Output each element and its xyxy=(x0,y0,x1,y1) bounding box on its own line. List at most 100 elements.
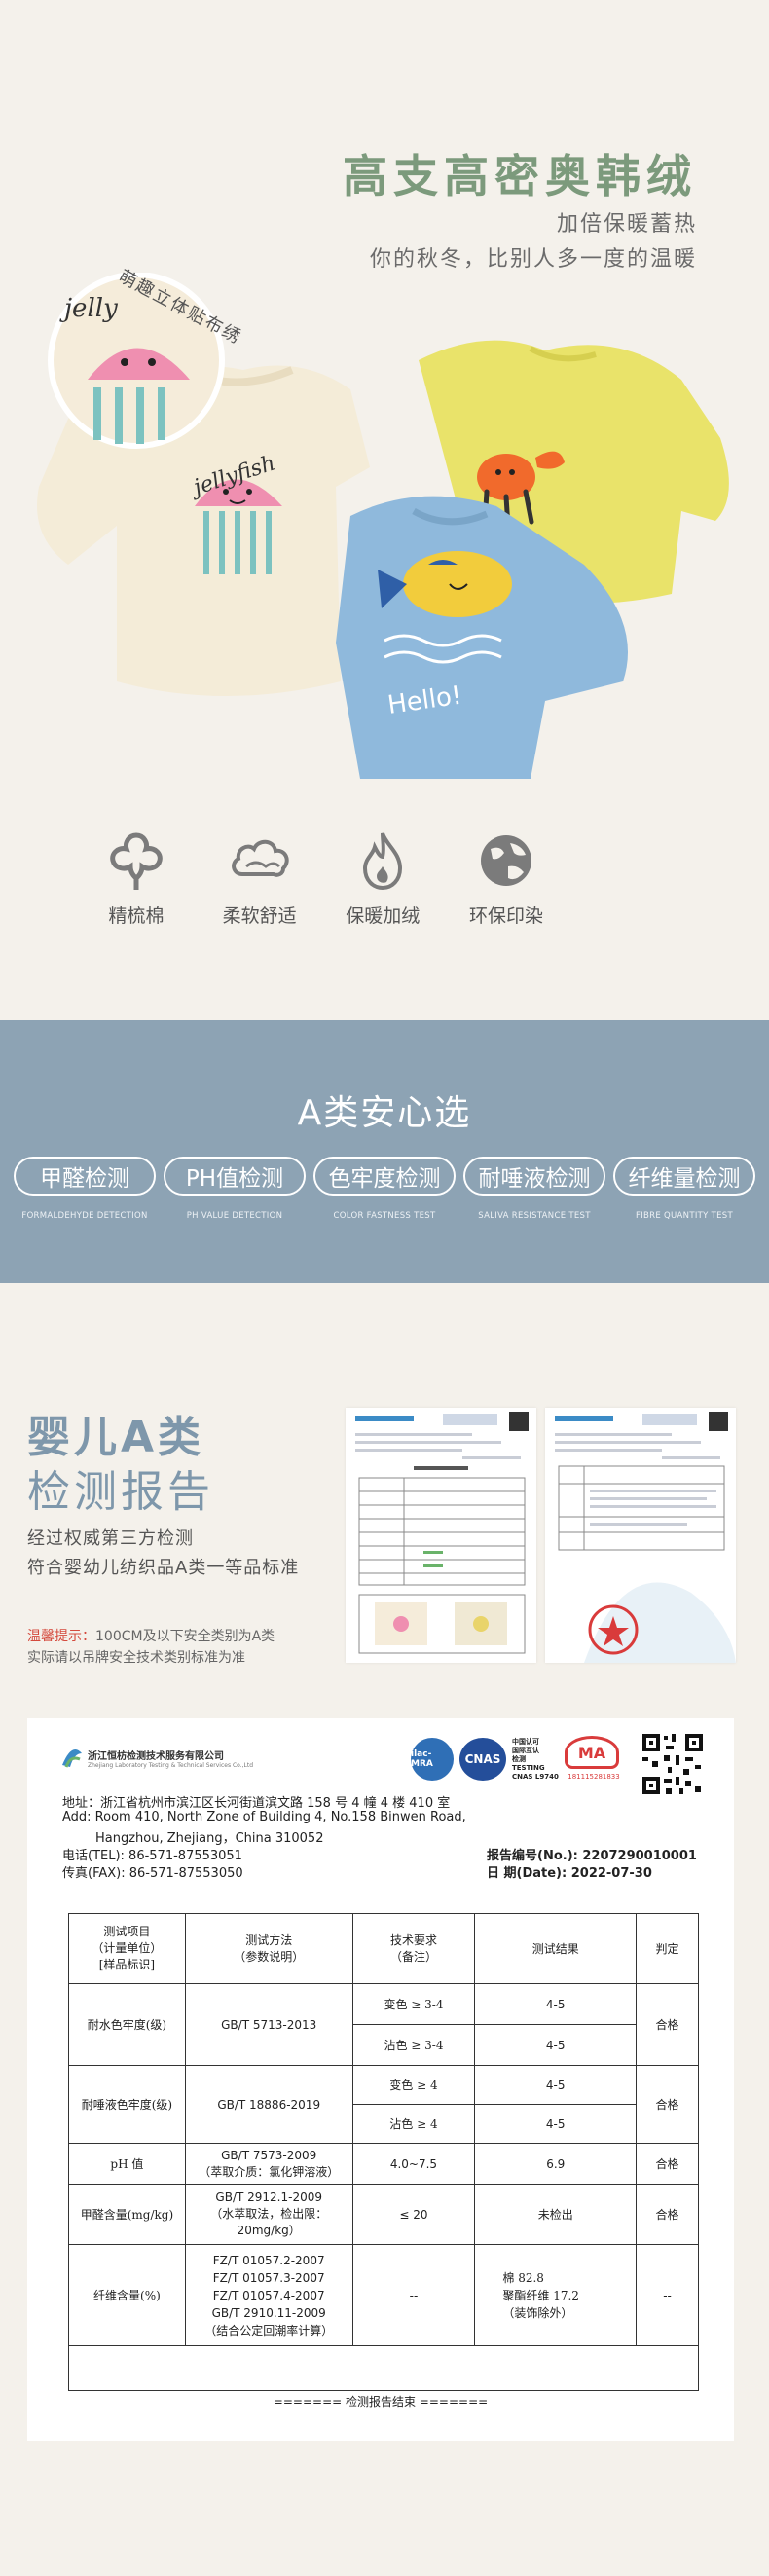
row-result: 4-5 xyxy=(474,2065,638,2105)
row-verdict: 合格 xyxy=(636,2184,699,2245)
row-item: pH 值 xyxy=(68,2143,186,2185)
header-result: 测试结果 xyxy=(474,1913,638,1984)
row-requirement: -- xyxy=(351,2244,476,2346)
row-item: 甲醛含量(mg/kg) xyxy=(68,2184,186,2245)
table-header-row: 测试项目 （计量单位） [样品标识] 测试方法 （参数说明） 技术要求 （备注）… xyxy=(68,1913,699,1984)
row-result: 4-5 xyxy=(474,1983,638,2025)
globe-icon xyxy=(480,835,531,886)
header-item: 测试项目 （计量单位） [样品标识] xyxy=(68,1913,186,1984)
table-row-empty xyxy=(68,2345,699,2391)
feature-label: 保暖加绒 xyxy=(346,905,421,927)
test-list: 甲醛检测 FORMALDEHYDE DETECTION PH值检测 PH VAL… xyxy=(14,1157,755,1221)
test-ph: PH值检测 PH VALUE DETECTION xyxy=(164,1157,306,1221)
table-row: 耐水色牢度(级) GB/T 5713-2013 变色 ≥ 3-4 4-5 合格 xyxy=(68,1983,699,2066)
feature-icons: 精梳棉 柔软舒适 保暖加绒 环保印染 xyxy=(88,828,555,928)
report-thumbnail-1[interactable] xyxy=(346,1408,536,1663)
lab-name: 浙江恒枋检测技术服务有限公司 xyxy=(88,1751,224,1762)
fax: 传真(FAX): 86-571-87553050 xyxy=(62,1866,243,1881)
test-label-en: FORMALDEHYDE DETECTION xyxy=(21,1211,148,1221)
hero-title: 高支高密奥韩绒 xyxy=(343,150,697,202)
ilac-badge: ilac-MRA xyxy=(411,1738,454,1781)
product-detail-page: 高支高密奥韩绒 加倍保暖蓄热 你的秋冬，比别人多一度的温暖 jellyfish … xyxy=(0,0,769,2576)
report-end-marker: ======= 检测报告结束 ======= xyxy=(273,2395,489,2409)
row-requirement: 4.0~7.5 xyxy=(351,2143,476,2185)
row-requirement: 沾色 ≥ 4 xyxy=(351,2104,476,2144)
row-method: GB/T 5713-2013 xyxy=(184,1983,353,2066)
hero-section: 高支高密奥韩绒 加倍保暖蓄热 你的秋冬，比别人多一度的温暖 jellyfish … xyxy=(0,0,769,1020)
row-method: GB/T 7573-2009 （萃取介质：氯化钾溶液） xyxy=(184,2143,353,2185)
test-label: 纤维量检测 xyxy=(613,1157,755,1196)
report-section: 婴儿A类 检测报告 经过权威第三方检测 符合婴幼儿纺织品A类一等品标准 温馨提示… xyxy=(0,1283,769,2576)
test-label-en: FIBRE QUANTITY TEST xyxy=(636,1211,733,1221)
address-en-1: Add: Room 410, North Zone of Building 4,… xyxy=(62,1810,466,1824)
row-result: 4-5 xyxy=(474,2104,638,2144)
row-result: 4-5 xyxy=(474,2024,638,2066)
row-requirement: 变色 ≥ 3-4 xyxy=(351,1983,476,2025)
table-row: 甲醛含量(mg/kg) GB/T 2912.1-2009 （水萃取法，检出限： … xyxy=(68,2184,699,2245)
hero-subtitle-1: 加倍保暖蓄热 xyxy=(556,212,697,237)
telephone: 电话(TEL): 86-571-87553051 xyxy=(62,1849,242,1863)
header-requirement: 技术要求 （备注） xyxy=(351,1913,476,1984)
row-method: FZ/T 01057.2-2007 FZ/T 01057.3-2007 FZ/T… xyxy=(184,2244,353,2346)
test-report-certificate: 浙江恒枋检测技术服务有限公司 Zhejiang Laboratory Testi… xyxy=(27,1718,734,2441)
cnas-text: 中国认可 国际互认 检测 TESTING CNAS L9740 xyxy=(512,1738,559,1781)
test-label-en: COLOR FASTNESS TEST xyxy=(333,1211,436,1221)
table-row: 耐唾液色牢度(级) GB/T 18886-2019 变色 ≥ 4 4-5 合格 xyxy=(68,2065,699,2144)
flame-icon xyxy=(363,832,403,891)
cnas-badge: CNAS xyxy=(459,1738,506,1781)
row-verdict: 合格 xyxy=(636,2065,699,2144)
sweatshirts-product-image: jellyfish Hello! jelly xyxy=(37,273,729,779)
row-requirement: ≤ 20 xyxy=(351,2184,476,2245)
report-number: 报告编号(No.): 2207290010001 xyxy=(487,1849,697,1863)
test-label-en: SALIVA RESISTANCE TEST xyxy=(478,1211,591,1221)
report-desc-2: 符合婴幼儿纺织品A类一等品标准 xyxy=(27,1558,300,1578)
row-verdict: 合格 xyxy=(636,1983,699,2066)
report-title-1: 婴儿A类 xyxy=(27,1413,205,1462)
row-item: 耐水色牢度(级) xyxy=(68,1983,186,2066)
feature-soft: 柔软舒适 xyxy=(211,828,309,928)
report-date: 日 期(Date): 2022-07-30 xyxy=(487,1866,652,1881)
results-table: 测试项目 （计量单位） [样品标识] 测试方法 （参数说明） 技术要求 （备注）… xyxy=(68,1913,699,2391)
warning-text-1: 100CM及以下安全类别为A类 xyxy=(95,1629,275,1644)
fish-patch xyxy=(403,551,512,617)
report-title-2: 检测报告 xyxy=(27,1467,214,1517)
address-en-2: Hangzhou, Zhejiang，China 310052 xyxy=(95,1831,324,1846)
qr-code-icon xyxy=(641,1732,705,1796)
row-result: 未检出 xyxy=(474,2184,638,2245)
feature-combed-cotton: 精梳棉 xyxy=(88,828,185,928)
a-class-band: A类安心选 甲醛检测 FORMALDEHYDE DETECTION PH值检测 … xyxy=(0,1020,769,1283)
header-verdict: 判定 xyxy=(636,1913,699,1984)
warning-text-2: 实际请以吊牌安全技术类别标准为准 xyxy=(27,1650,245,1666)
row-verdict: -- xyxy=(636,2244,699,2346)
test-saliva: 耐唾液检测 SALIVA RESISTANCE TEST xyxy=(463,1157,605,1221)
row-method: GB/T 18886-2019 xyxy=(184,2065,353,2144)
report-thumbnail-2[interactable] xyxy=(545,1408,736,1663)
row-requirement: 沾色 ≥ 3-4 xyxy=(351,2024,476,2066)
cloud-icon xyxy=(231,839,289,877)
header-method: 测试方法 （参数说明） xyxy=(184,1913,353,1984)
feature-warm: 保暖加绒 xyxy=(334,828,431,928)
row-result: 棉 82.8 聚酯纤维 17.2 （装饰除外） xyxy=(474,2244,638,2346)
table-row: pH 值 GB/T 7573-2009 （萃取介质：氯化钾溶液） 4.0~7.5… xyxy=(68,2143,699,2185)
address-cn: 地址：浙江省杭州市滨江区长河街道滨文路 158 号 4 幢 4 楼 410 室 xyxy=(62,1796,451,1811)
table-row: 纤维含量(%) FZ/T 01057.2-2007 FZ/T 01057.3-2… xyxy=(68,2244,699,2346)
warning-label: 温馨提示： xyxy=(27,1629,95,1644)
test-label-en: PH VALUE DETECTION xyxy=(186,1211,283,1221)
test-fibre: 纤维量检测 FIBRE QUANTITY TEST xyxy=(613,1157,755,1221)
test-color-fastness: 色牢度检测 COLOR FASTNESS TEST xyxy=(313,1157,456,1221)
lab-name-en: Zhejiang Laboratory Testing & Technical … xyxy=(88,1762,254,1769)
test-label: 色牢度检测 xyxy=(313,1157,456,1196)
row-verdict: 合格 xyxy=(636,2143,699,2185)
svg-text:jelly: jelly xyxy=(59,294,118,323)
test-formaldehyde: 甲醛检测 FORMALDEHYDE DETECTION xyxy=(14,1157,156,1221)
cotton-icon xyxy=(110,832,163,890)
cma-badge: MA xyxy=(565,1736,619,1769)
row-item: 耐唾液色牢度(级) xyxy=(68,2065,186,2144)
cma-number: 181115281833 xyxy=(568,1773,620,1781)
row-item: 纤维含量(%) xyxy=(68,2244,186,2346)
test-label: PH值检测 xyxy=(164,1157,306,1196)
hero-subtitle-2: 你的秋冬，比别人多一度的温暖 xyxy=(369,247,697,272)
row-requirement: 变色 ≥ 4 xyxy=(351,2065,476,2105)
feature-eco-dye: 环保印染 xyxy=(458,828,555,928)
test-label: 耐唾液检测 xyxy=(463,1157,605,1196)
